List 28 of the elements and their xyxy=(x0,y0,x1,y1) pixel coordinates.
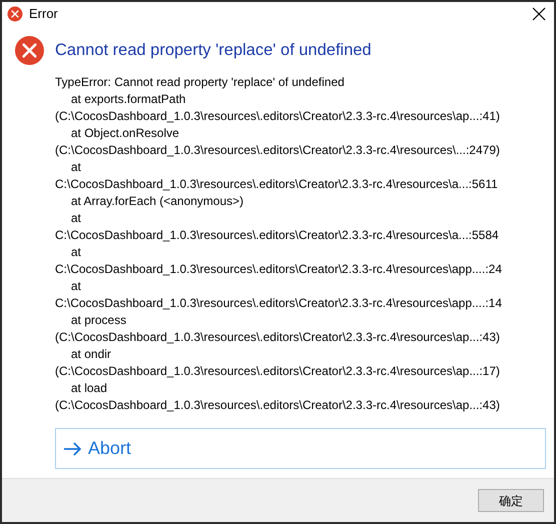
arrow-icon xyxy=(63,442,82,456)
stack-frame: at xyxy=(55,210,82,227)
stack-location: (C:\CocosDashboard_1.0.3\resources\.editors\Creator\2.3.3-rc.4\resources\ap...:43) xyxy=(55,329,500,346)
stack-location: C:\CocosDashboard_1.0.3\resources\.editors\Creator\2.3.3-rc.4\resources\a...:5611 xyxy=(55,176,498,193)
window-title: Error xyxy=(29,5,58,24)
close-icon[interactable] xyxy=(532,7,546,21)
stack-frame: at process xyxy=(55,312,126,329)
stack-location: C:\CocosDashboard_1.0.3\resources\.editors\Creator\2.3.3-rc.4\resources\a...:5584 xyxy=(55,227,499,244)
stack-location: (C:\CocosDashboard_1.0.3\resources\.editors\Creator\2.3.3-rc.4\resources\ap...:41) xyxy=(55,108,500,125)
stack-location: C:\CocosDashboard_1.0.3\resources\.editors\Creator\2.3.3-rc.4\resources\app....:24 xyxy=(55,261,502,278)
stack-location: (C:\CocosDashboard_1.0.3\resources\.editors\Creator\2.3.3-rc.4\resources\...:2479) xyxy=(55,142,500,159)
stack-frame: at load xyxy=(55,380,108,397)
stack-frame: at xyxy=(55,159,82,176)
abort-command-link[interactable]: Abort xyxy=(55,428,546,469)
error-message: TypeError: Cannot read property 'replace' of undefined xyxy=(55,74,344,91)
error-icon xyxy=(14,35,45,66)
stack-location: C:\CocosDashboard_1.0.3\resources\.editors\Creator\2.3.3-rc.4\resources\app....:14 xyxy=(55,295,502,312)
stack-frame: at exports.formatPath xyxy=(55,91,186,108)
stack-location: (C:\CocosDashboard_1.0.3\resources\.editors\Creator\2.3.3-rc.4\resources\ap...:17) xyxy=(55,363,500,380)
error-icon xyxy=(7,6,23,22)
stack-frame: at Array.forEach (<anonymous>) xyxy=(55,193,244,210)
stack-location: (C:\CocosDashboard_1.0.3\resources\.editors\Creator\2.3.3-rc.4\resources\ap...:43) xyxy=(55,397,500,414)
ok-button[interactable]: 确定 xyxy=(478,489,544,512)
stack-frame: at xyxy=(55,244,82,261)
stack-frame: at Object.onResolve xyxy=(55,125,180,142)
stack-frame: at xyxy=(55,278,82,295)
stack-frame: at ondir xyxy=(55,346,112,363)
error-heading: Cannot read property 'replace' of undefined xyxy=(55,40,372,62)
